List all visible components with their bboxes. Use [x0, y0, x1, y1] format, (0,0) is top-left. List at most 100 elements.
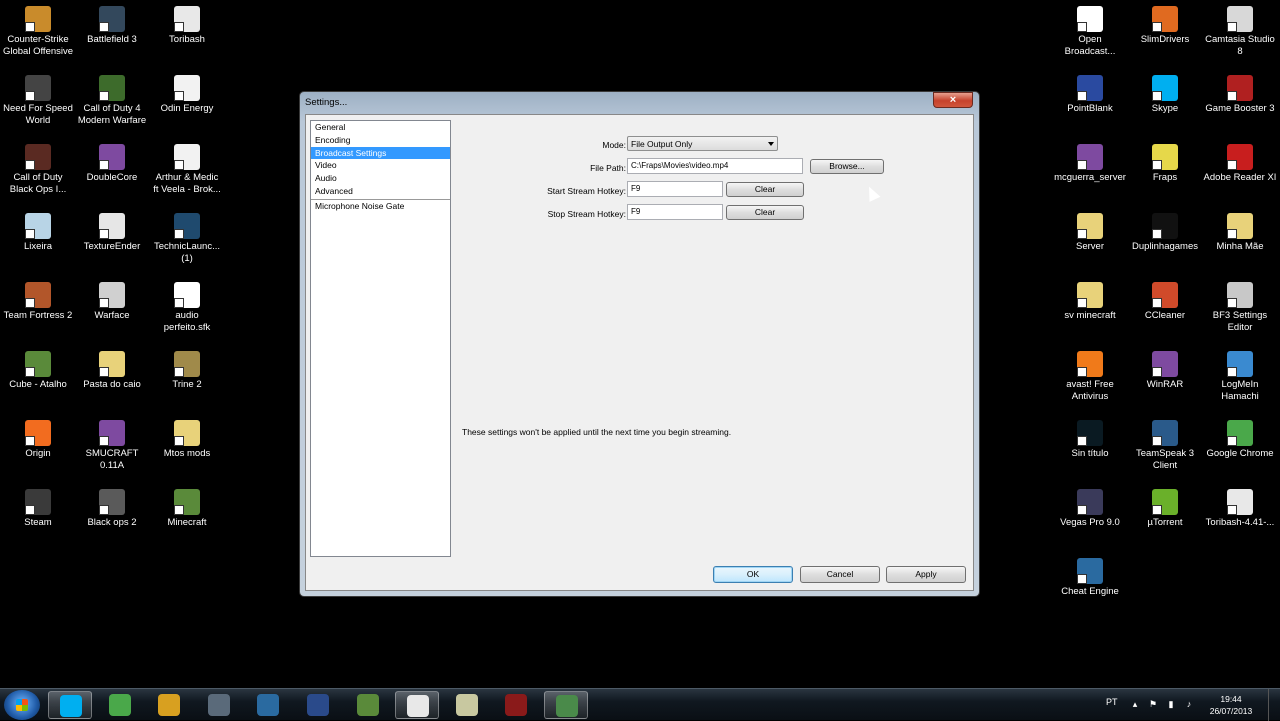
- desktop-shortcut-label: Cube - Atalho: [9, 379, 67, 390]
- desktop-shortcut-label: Duplinhagames: [1131, 241, 1198, 252]
- category-item-audio[interactable]: Audio: [311, 172, 450, 185]
- network-icon[interactable]: ▮: [1166, 699, 1176, 709]
- cancel-button[interactable]: Cancel: [800, 566, 880, 583]
- start-stream-hotkey-input[interactable]: F9: [627, 181, 723, 197]
- desktop-shortcut[interactable]: Minecraft: [149, 489, 225, 529]
- desktop-shortcut[interactable]: avast! Free Antivirus: [1052, 351, 1128, 403]
- taskbar-button[interactable]: [346, 691, 390, 719]
- category-item-general[interactable]: General: [311, 121, 450, 134]
- desktop-shortcut[interactable]: SlimDrivers: [1127, 6, 1203, 46]
- desktop-shortcut[interactable]: Game Booster 3: [1202, 75, 1278, 115]
- desktop-shortcut[interactable]: mcguerra_server: [1052, 144, 1128, 184]
- desktop-shortcut[interactable]: Origin: [0, 420, 76, 460]
- desktop-shortcut[interactable]: Toribash: [149, 6, 225, 46]
- desktop-shortcut[interactable]: Fraps: [1127, 144, 1203, 184]
- stop-stream-hotkey-input[interactable]: F9: [627, 204, 723, 220]
- desktop-shortcut[interactable]: Steam: [0, 489, 76, 529]
- skype-icon: [60, 695, 82, 717]
- flag-icon[interactable]: ⚑: [1148, 699, 1158, 709]
- clear-stop-hotkey-button[interactable]: Clear: [726, 205, 804, 220]
- desktop-shortcut[interactable]: Toribash-4.41-...: [1202, 489, 1278, 529]
- desktop-shortcut[interactable]: TechnicLaunc... (1): [149, 213, 225, 265]
- desktop-shortcut-label: PointBlank: [1067, 103, 1113, 114]
- taskbar-button[interactable]: [48, 691, 92, 719]
- desktop-shortcut[interactable]: Mtos mods: [149, 420, 225, 460]
- taskbar-button[interactable]: [197, 691, 241, 719]
- desktop-shortcut[interactable]: Warface: [74, 282, 150, 322]
- desktop-shortcut[interactable]: sv minecraft: [1052, 282, 1128, 322]
- desktop-shortcut[interactable]: Vegas Pro 9.0: [1052, 489, 1128, 529]
- clear-start-hotkey-button[interactable]: Clear: [726, 182, 804, 197]
- monitor-icon: [307, 694, 329, 716]
- show-hidden-icons-icon[interactable]: ▴: [1130, 699, 1140, 709]
- desktop-shortcut[interactable]: Sin título: [1052, 420, 1128, 460]
- browse-button[interactable]: Browse...: [810, 159, 884, 174]
- desktop-shortcut[interactable]: Trine 2: [149, 351, 225, 391]
- desktop-shortcut[interactable]: CCleaner: [1127, 282, 1203, 322]
- category-item-microphone-noise-gate[interactable]: Microphone Noise Gate: [311, 198, 450, 212]
- show-desktop-button[interactable]: [1268, 689, 1280, 721]
- desktop-shortcut[interactable]: Call of Duty Black Ops I...: [0, 144, 76, 196]
- desktop-shortcut[interactable]: Open Broadcast...: [1052, 6, 1128, 58]
- desktop-shortcut[interactable]: Pasta do caio: [74, 351, 150, 391]
- desktop-shortcut[interactable]: Camtasia Studio 8: [1202, 6, 1278, 58]
- taskbar-button[interactable]: [544, 691, 588, 719]
- category-item-encoding[interactable]: Encoding: [311, 134, 450, 147]
- desktop-shortcut[interactable]: PointBlank: [1052, 75, 1128, 115]
- desktop-shortcut[interactable]: Server: [1052, 213, 1128, 253]
- desktop-shortcut[interactable]: BF3 Settings Editor: [1202, 282, 1278, 334]
- desktop-shortcut[interactable]: Odin Energy: [149, 75, 225, 115]
- desktop-shortcut[interactable]: Skype: [1127, 75, 1203, 115]
- desktop-shortcut[interactable]: LogMeIn Hamachi: [1202, 351, 1278, 403]
- desktop-shortcut[interactable]: TextureEnder: [74, 213, 150, 253]
- folder-icon: [1077, 282, 1103, 308]
- desktop-shortcut-label: TextureEnder: [83, 241, 141, 252]
- desktop-shortcut[interactable]: Arthur & Medic ft Veela - Brok...: [149, 144, 225, 196]
- desktop-shortcut[interactable]: TeamSpeak 3 Client: [1127, 420, 1203, 472]
- taskbar-button[interactable]: [246, 691, 290, 719]
- category-item-video[interactable]: Video: [311, 159, 450, 172]
- desktop-shortcut-label: Adobe Reader XI: [1203, 172, 1277, 183]
- desktop-shortcut[interactable]: SMUCRAFT 0.11A: [74, 420, 150, 472]
- stop-stream-hotkey-label: Stop Stream Hotkey:: [547, 209, 626, 219]
- desktop-shortcut[interactable]: Lixeira: [0, 213, 76, 253]
- desktop-shortcut[interactable]: Need For Speed World: [0, 75, 76, 127]
- desktop-shortcut[interactable]: WinRAR: [1127, 351, 1203, 391]
- taskbar-button[interactable]: [395, 691, 440, 719]
- desktop-shortcut[interactable]: Duplinhagames: [1127, 213, 1203, 253]
- category-item-broadcast-settings[interactable]: Broadcast Settings: [311, 146, 450, 160]
- clock[interactable]: 19:44 26/07/2013: [1208, 693, 1254, 717]
- desktop-shortcut[interactable]: audio perfeito.sfk: [149, 282, 225, 334]
- desktop-shortcut[interactable]: Call of Duty 4 Modern Warfare: [74, 75, 150, 127]
- desktop-shortcut[interactable]: µTorrent: [1127, 489, 1203, 529]
- desktop-shortcut[interactable]: Adobe Reader XI: [1202, 144, 1278, 184]
- desktop-shortcut[interactable]: Battlefield 3: [74, 6, 150, 46]
- category-item-advanced[interactable]: Advanced: [311, 185, 450, 198]
- file-path-input[interactable]: C:\Fraps\Movies\video.mp4: [627, 158, 803, 174]
- desktop-shortcut-label: Cheat Engine: [1061, 586, 1119, 597]
- desktop-shortcut[interactable]: Black ops 2: [74, 489, 150, 529]
- desktop-shortcut[interactable]: Cube - Atalho: [0, 351, 76, 391]
- taskbar-button[interactable]: [445, 691, 489, 719]
- volume-icon[interactable]: ♪: [1184, 699, 1194, 709]
- desktop-shortcut[interactable]: DoubleCore: [74, 144, 150, 184]
- taskbar-button[interactable]: [494, 691, 538, 719]
- desktop-shortcut[interactable]: Minha Mãe: [1202, 213, 1278, 253]
- taskbar-button[interactable]: [147, 691, 191, 719]
- desktop-shortcut[interactable]: Counter-Strike Global Offensive: [0, 6, 76, 58]
- desktop-shortcut[interactable]: Cheat Engine: [1052, 558, 1128, 598]
- taskbar-button[interactable]: [296, 691, 340, 719]
- apply-button[interactable]: Apply: [886, 566, 966, 583]
- nfs-world-icon: [25, 75, 51, 101]
- desktop-shortcut[interactable]: Google Chrome: [1202, 420, 1278, 460]
- desktop-shortcut[interactable]: Team Fortress 2: [0, 282, 76, 322]
- desktop-shortcut-label: audio perfeito.sfk: [163, 310, 211, 333]
- mode-select[interactable]: File Output Only: [627, 136, 778, 151]
- desktop-shortcut-label: Fraps: [1152, 172, 1178, 183]
- close-button[interactable]: ×: [933, 92, 973, 108]
- desktop-shortcut-label: mcguerra_server: [1054, 172, 1126, 183]
- taskbar-button[interactable]: [98, 691, 142, 719]
- language-indicator[interactable]: PT: [1106, 697, 1118, 707]
- ok-button[interactable]: OK: [713, 566, 793, 583]
- start-button[interactable]: [4, 690, 40, 720]
